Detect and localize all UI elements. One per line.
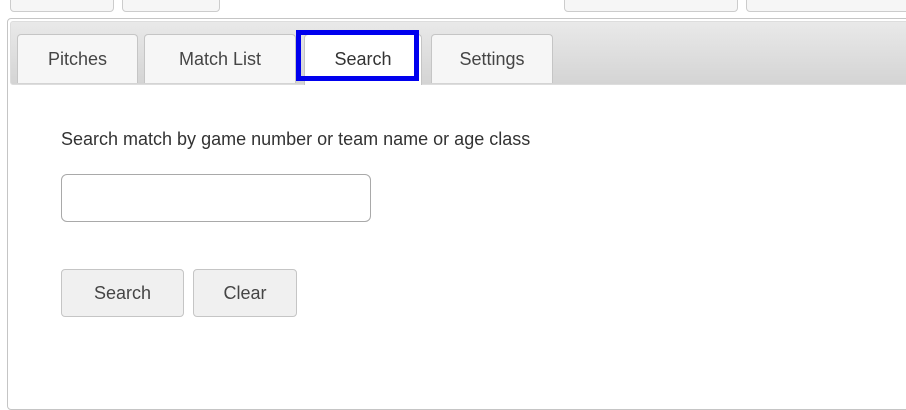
tab-settings[interactable]: Settings [431,34,553,83]
search-button[interactable]: Search [61,269,184,317]
search-prompt: Search match by game number or team name… [61,129,531,149]
search-input[interactable] [61,174,371,222]
tab-pitches[interactable]: Pitches [17,34,138,83]
top-button-4[interactable] [746,0,906,12]
top-button-2[interactable] [122,0,220,12]
top-button-1[interactable] [10,0,114,12]
top-button-3[interactable] [564,0,738,12]
clear-button[interactable]: Clear [193,269,297,317]
tab-bar: Pitches Match List Search Settings [10,21,906,85]
tab-match-list[interactable]: Match List [144,34,296,83]
tab-search[interactable]: Search [304,34,422,85]
